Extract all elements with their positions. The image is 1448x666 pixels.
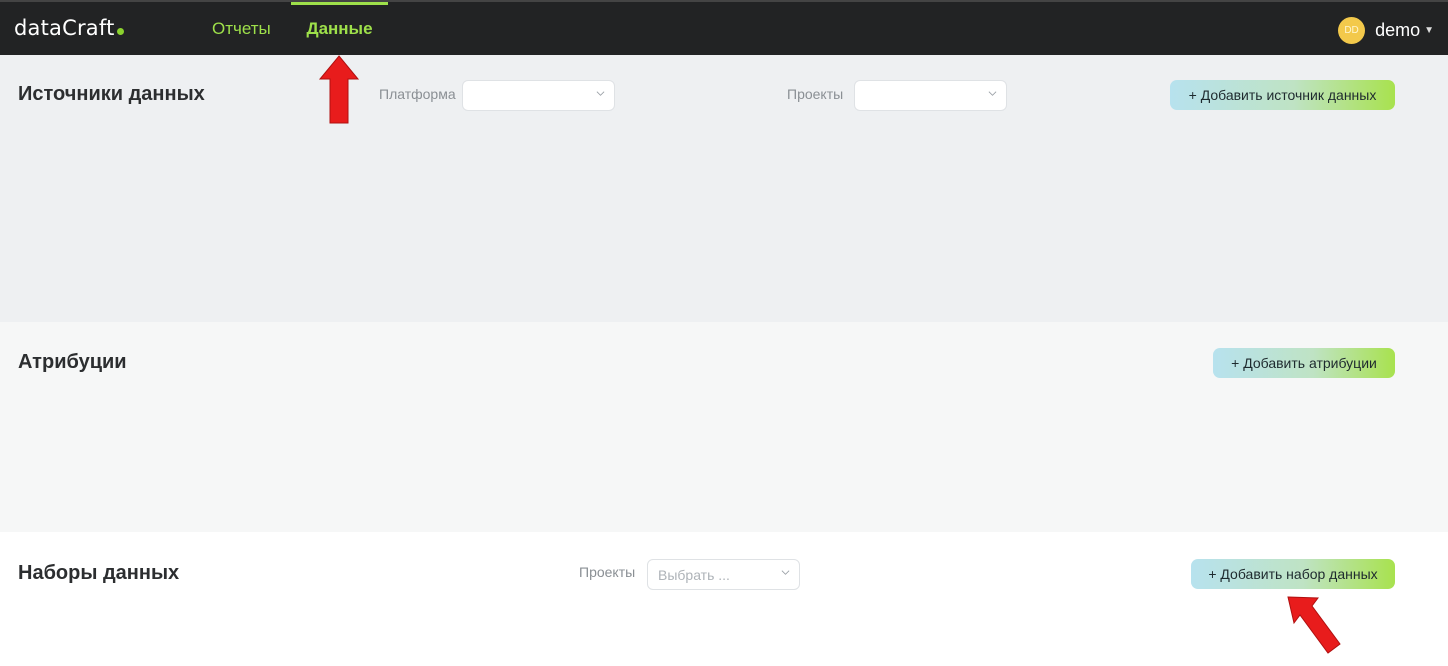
add-dataset-button[interactable]: + Добавить набор данных — [1191, 559, 1395, 589]
projects-filter-label: Проекты — [787, 86, 844, 102]
logo-text: dataCraft — [14, 16, 115, 40]
user-menu[interactable]: DD demo ▼ — [1338, 17, 1434, 44]
avatar-initials: DD — [1344, 25, 1359, 36]
section-title-attributions: Атрибуции — [18, 351, 127, 373]
logo-dot-icon — [116, 28, 124, 35]
platform-select[interactable] — [462, 80, 615, 111]
datasets-projects-label: Проекты — [579, 564, 636, 580]
section-title-sources: Источники данных — [18, 83, 205, 105]
add-data-source-button[interactable]: + Добавить источник данных — [1170, 80, 1395, 110]
datasets-section: Наборы данных Проекты Выбрать ... + Доба… — [0, 532, 1448, 666]
data-sources-section: Источники данных Платформа Проекты + Доб… — [0, 55, 1448, 322]
section-title-datasets: Наборы данных — [18, 562, 180, 584]
logo[interactable]: dataCraft — [14, 16, 124, 40]
tab-reports-label: Отчеты — [212, 18, 271, 38]
tab-reports[interactable]: Отчеты — [212, 2, 271, 55]
projects-select[interactable] — [854, 80, 1007, 111]
attributions-section: Атрибуции + Добавить атрибуции — [0, 322, 1448, 532]
datasets-projects-select[interactable]: Выбрать ... — [647, 559, 800, 590]
red-up-arrow-icon — [318, 55, 360, 124]
chevron-down-icon — [596, 91, 605, 96]
add-attribution-button[interactable]: + Добавить атрибуции — [1213, 348, 1395, 378]
avatar: DD — [1338, 17, 1366, 44]
red-diagonal-arrow-icon — [1287, 596, 1341, 654]
tab-data[interactable]: Данные — [291, 2, 388, 55]
platform-filter-label: Платформа — [379, 86, 456, 102]
user-name: demo — [1375, 20, 1421, 40]
caret-down-icon: ▼ — [1424, 25, 1434, 36]
top-navbar: dataCraft Отчеты Данные DD demo ▼ — [0, 0, 1448, 55]
datasets-projects-placeholder: Выбрать ... — [658, 567, 730, 583]
chevron-down-icon — [781, 570, 790, 575]
chevron-down-icon — [988, 91, 997, 96]
tab-data-label: Данные — [306, 18, 373, 38]
